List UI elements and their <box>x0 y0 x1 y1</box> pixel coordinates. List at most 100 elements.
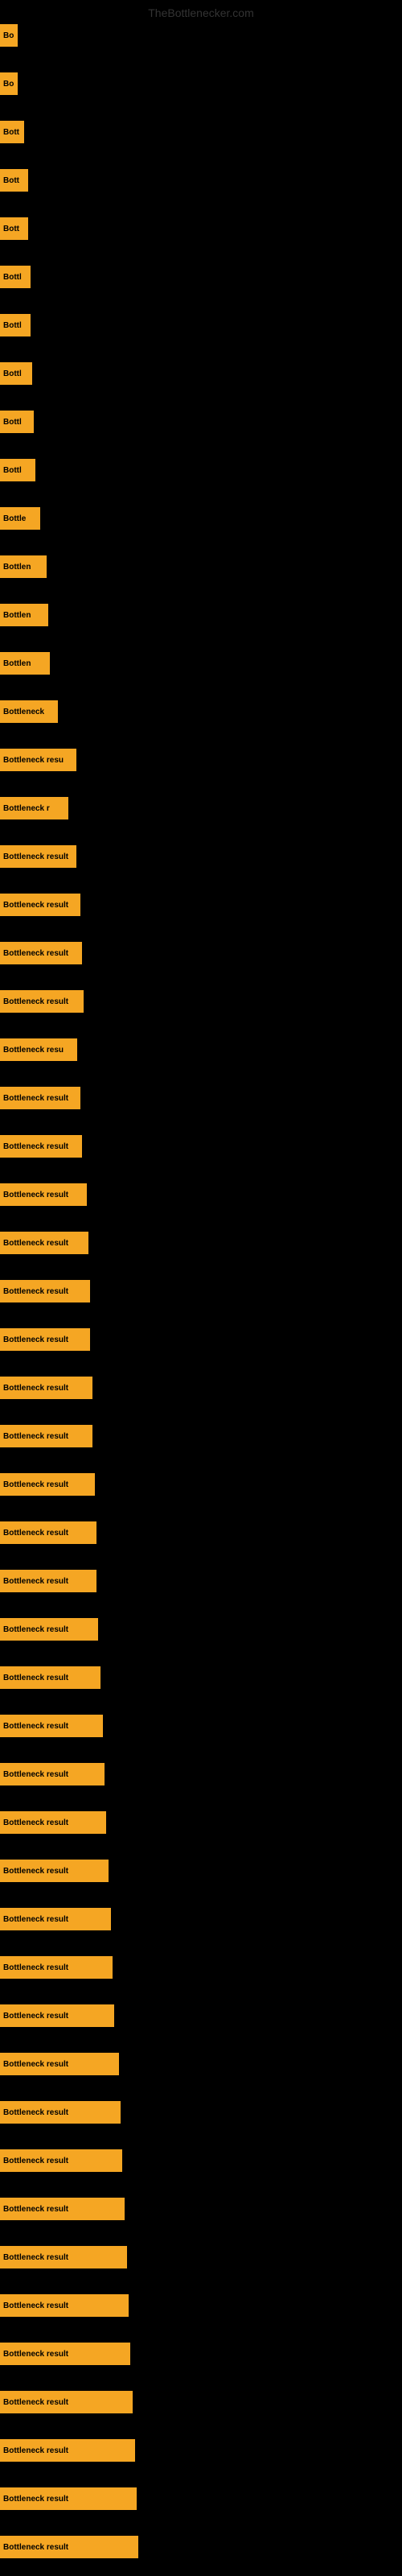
bar-row-52: Bottleneck result <box>0 2487 137 2510</box>
bar-fill-2: Bo <box>0 72 18 95</box>
bar-row-7: Bottl <box>0 314 31 336</box>
bar-fill-37: Bottleneck result <box>0 1763 105 1785</box>
bar-fill-44: Bottleneck result <box>0 2101 121 2124</box>
bar-fill-45: Bottleneck result <box>0 2149 122 2172</box>
bar-row-35: Bottleneck result <box>0 1666 100 1689</box>
bar-row-36: Bottleneck result <box>0 1715 103 1737</box>
bar-fill-52: Bottleneck result <box>0 2487 137 2510</box>
bar-fill-39: Bottleneck result <box>0 1860 109 1882</box>
bar-row-43: Bottleneck result <box>0 2053 119 2075</box>
bar-label-10: Bottl <box>3 466 22 475</box>
bar-label-4: Bott <box>3 176 19 185</box>
bar-row-26: Bottleneck result <box>0 1232 88 1254</box>
bar-row-8: Bottl <box>0 362 32 385</box>
bar-row-49: Bottleneck result <box>0 2343 130 2365</box>
bar-fill-21: Bottleneck result <box>0 990 84 1013</box>
bar-label-29: Bottleneck result <box>3 1384 68 1393</box>
bar-fill-42: Bottleneck result <box>0 2004 114 2027</box>
bar-label-46: Bottleneck result <box>3 2205 68 2214</box>
bar-row-28: Bottleneck result <box>0 1328 90 1351</box>
bar-row-44: Bottleneck result <box>0 2101 121 2124</box>
bar-fill-43: Bottleneck result <box>0 2053 119 2075</box>
bar-row-2: Bo <box>0 72 18 95</box>
bar-row-6: Bottl <box>0 266 31 288</box>
bar-row-22: Bottleneck resu <box>0 1038 77 1061</box>
bar-fill-6: Bottl <box>0 266 31 288</box>
bar-fill-16: Bottleneck resu <box>0 749 76 771</box>
bar-label-12: Bottlen <box>3 563 31 572</box>
bar-row-41: Bottleneck result <box>0 1956 113 1979</box>
bar-row-24: Bottleneck result <box>0 1135 82 1158</box>
bar-fill-40: Bottleneck result <box>0 1908 111 1930</box>
bar-fill-25: Bottleneck result <box>0 1183 87 1206</box>
bar-label-39: Bottleneck result <box>3 1867 68 1876</box>
bar-label-49: Bottleneck result <box>3 2350 68 2359</box>
bar-fill-51: Bottleneck result <box>0 2439 135 2462</box>
bar-row-23: Bottleneck result <box>0 1087 80 1109</box>
bar-label-1: Bo <box>3 31 14 40</box>
bar-label-28: Bottleneck result <box>3 1335 68 1344</box>
bar-fill-22: Bottleneck resu <box>0 1038 77 1061</box>
bar-label-19: Bottleneck result <box>3 901 68 910</box>
bar-fill-12: Bottlen <box>0 555 47 578</box>
bar-row-29: Bottleneck result <box>0 1377 92 1399</box>
bar-row-51: Bottleneck result <box>0 2439 135 2462</box>
bar-label-44: Bottleneck result <box>3 2108 68 2117</box>
bar-row-46: Bottleneck result <box>0 2198 125 2220</box>
bar-row-25: Bottleneck result <box>0 1183 87 1206</box>
bar-label-2: Bo <box>3 80 14 89</box>
bar-row-42: Bottleneck result <box>0 2004 114 2027</box>
bar-row-53: Bottleneck result <box>0 2536 138 2558</box>
bar-label-9: Bottl <box>3 418 22 427</box>
bar-row-38: Bottleneck result <box>0 1811 106 1834</box>
bar-row-31: Bottleneck result <box>0 1473 95 1496</box>
bar-fill-32: Bottleneck result <box>0 1521 96 1544</box>
bar-row-27: Bottleneck result <box>0 1280 90 1302</box>
bar-fill-23: Bottleneck result <box>0 1087 80 1109</box>
bar-label-52: Bottleneck result <box>3 2495 68 2504</box>
bar-label-50: Bottleneck result <box>3 2398 68 2407</box>
bar-row-19: Bottleneck result <box>0 894 80 916</box>
bar-fill-3: Bott <box>0 121 24 143</box>
bar-fill-33: Bottleneck result <box>0 1570 96 1592</box>
bar-label-31: Bottleneck result <box>3 1480 68 1489</box>
bar-label-23: Bottleneck result <box>3 1094 68 1103</box>
bar-label-38: Bottleneck result <box>3 1818 68 1827</box>
bar-row-10: Bottl <box>0 459 35 481</box>
bar-fill-20: Bottleneck result <box>0 942 82 964</box>
bar-row-5: Bott <box>0 217 28 240</box>
bar-row-34: Bottleneck result <box>0 1618 98 1641</box>
bar-fill-14: Bottlen <box>0 652 50 675</box>
bar-label-34: Bottleneck result <box>3 1625 68 1634</box>
bar-row-45: Bottleneck result <box>0 2149 122 2172</box>
bar-label-36: Bottleneck result <box>3 1722 68 1731</box>
bar-row-50: Bottleneck result <box>0 2391 133 2413</box>
bar-label-21: Bottleneck result <box>3 997 68 1006</box>
bar-row-17: Bottleneck r <box>0 797 68 819</box>
bar-fill-47: Bottleneck result <box>0 2246 127 2268</box>
bar-row-30: Bottleneck result <box>0 1425 92 1447</box>
bar-label-40: Bottleneck result <box>3 1915 68 1924</box>
bar-label-35: Bottleneck result <box>3 1674 68 1682</box>
bar-label-51: Bottleneck result <box>3 2446 68 2455</box>
bar-label-37: Bottleneck result <box>3 1770 68 1779</box>
bar-label-5: Bott <box>3 225 19 233</box>
bar-fill-31: Bottleneck result <box>0 1473 95 1496</box>
bar-fill-17: Bottleneck r <box>0 797 68 819</box>
bar-label-18: Bottleneck result <box>3 852 68 861</box>
bar-row-16: Bottleneck resu <box>0 749 76 771</box>
bar-row-15: Bottleneck <box>0 700 58 723</box>
bar-fill-1: Bo <box>0 24 18 47</box>
bar-fill-13: Bottlen <box>0 604 48 626</box>
bar-row-9: Bottl <box>0 411 34 433</box>
bar-fill-38: Bottleneck result <box>0 1811 106 1834</box>
bar-row-21: Bottleneck result <box>0 990 84 1013</box>
bar-label-47: Bottleneck result <box>3 2253 68 2262</box>
bar-label-45: Bottleneck result <box>3 2157 68 2165</box>
bar-row-20: Bottleneck result <box>0 942 82 964</box>
bar-fill-30: Bottleneck result <box>0 1425 92 1447</box>
bar-fill-11: Bottle <box>0 507 40 530</box>
bar-fill-49: Bottleneck result <box>0 2343 130 2365</box>
bar-label-24: Bottleneck result <box>3 1142 68 1151</box>
bar-label-30: Bottleneck result <box>3 1432 68 1441</box>
